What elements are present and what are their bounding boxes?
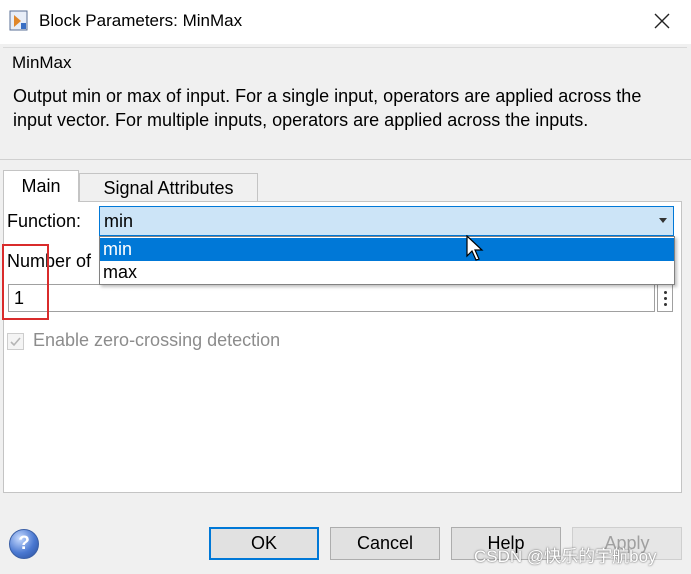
close-button[interactable] — [644, 4, 680, 38]
title-bar: Block Parameters: MinMax — [0, 0, 691, 44]
zero-crossing-checkbox[interactable] — [7, 333, 24, 350]
tab-main[interactable]: Main — [3, 170, 79, 202]
ok-button[interactable]: OK — [209, 527, 319, 560]
function-label: Function: — [7, 211, 82, 231]
chevron-down-icon — [659, 218, 667, 223]
zero-crossing-label: Enable zero-crossing detection — [33, 330, 281, 350]
function-dropdown-list: min max — [99, 236, 675, 285]
more-options-button[interactable] — [657, 284, 673, 312]
function-select-value: min — [104, 211, 134, 231]
separator — [0, 159, 691, 160]
mouse-pointer-icon — [466, 235, 484, 261]
dropdown-option-max[interactable]: max — [100, 261, 674, 284]
cancel-button[interactable]: Cancel — [330, 527, 440, 560]
red-annotation-box — [2, 244, 49, 320]
block-description: Output min or max of input. For a single… — [13, 86, 642, 130]
checkmark-icon — [10, 337, 21, 347]
kebab-icon — [663, 290, 667, 294]
block-name: MinMax — [12, 53, 72, 72]
function-select[interactable]: min — [99, 206, 674, 236]
simulink-block-icon — [9, 10, 29, 32]
watermark: CSDN @快乐的宇航boy — [474, 547, 657, 566]
kebab-icon-dot — [663, 302, 667, 306]
kebab-icon-dot — [663, 296, 667, 300]
number-of-inputs-field[interactable]: 1 — [8, 284, 655, 312]
dialog-body: MinMax Output min or max of input. For a… — [0, 44, 691, 574]
tab-signal-attributes[interactable]: Signal Attributes — [79, 173, 258, 202]
dropdown-option-min[interactable]: min — [100, 238, 674, 261]
window-title: Block Parameters: MinMax — [39, 11, 243, 30]
close-icon — [654, 13, 670, 29]
block-description-group: MinMax Output min or max of input. For a… — [3, 47, 687, 161]
help-icon[interactable]: ? — [9, 529, 39, 559]
